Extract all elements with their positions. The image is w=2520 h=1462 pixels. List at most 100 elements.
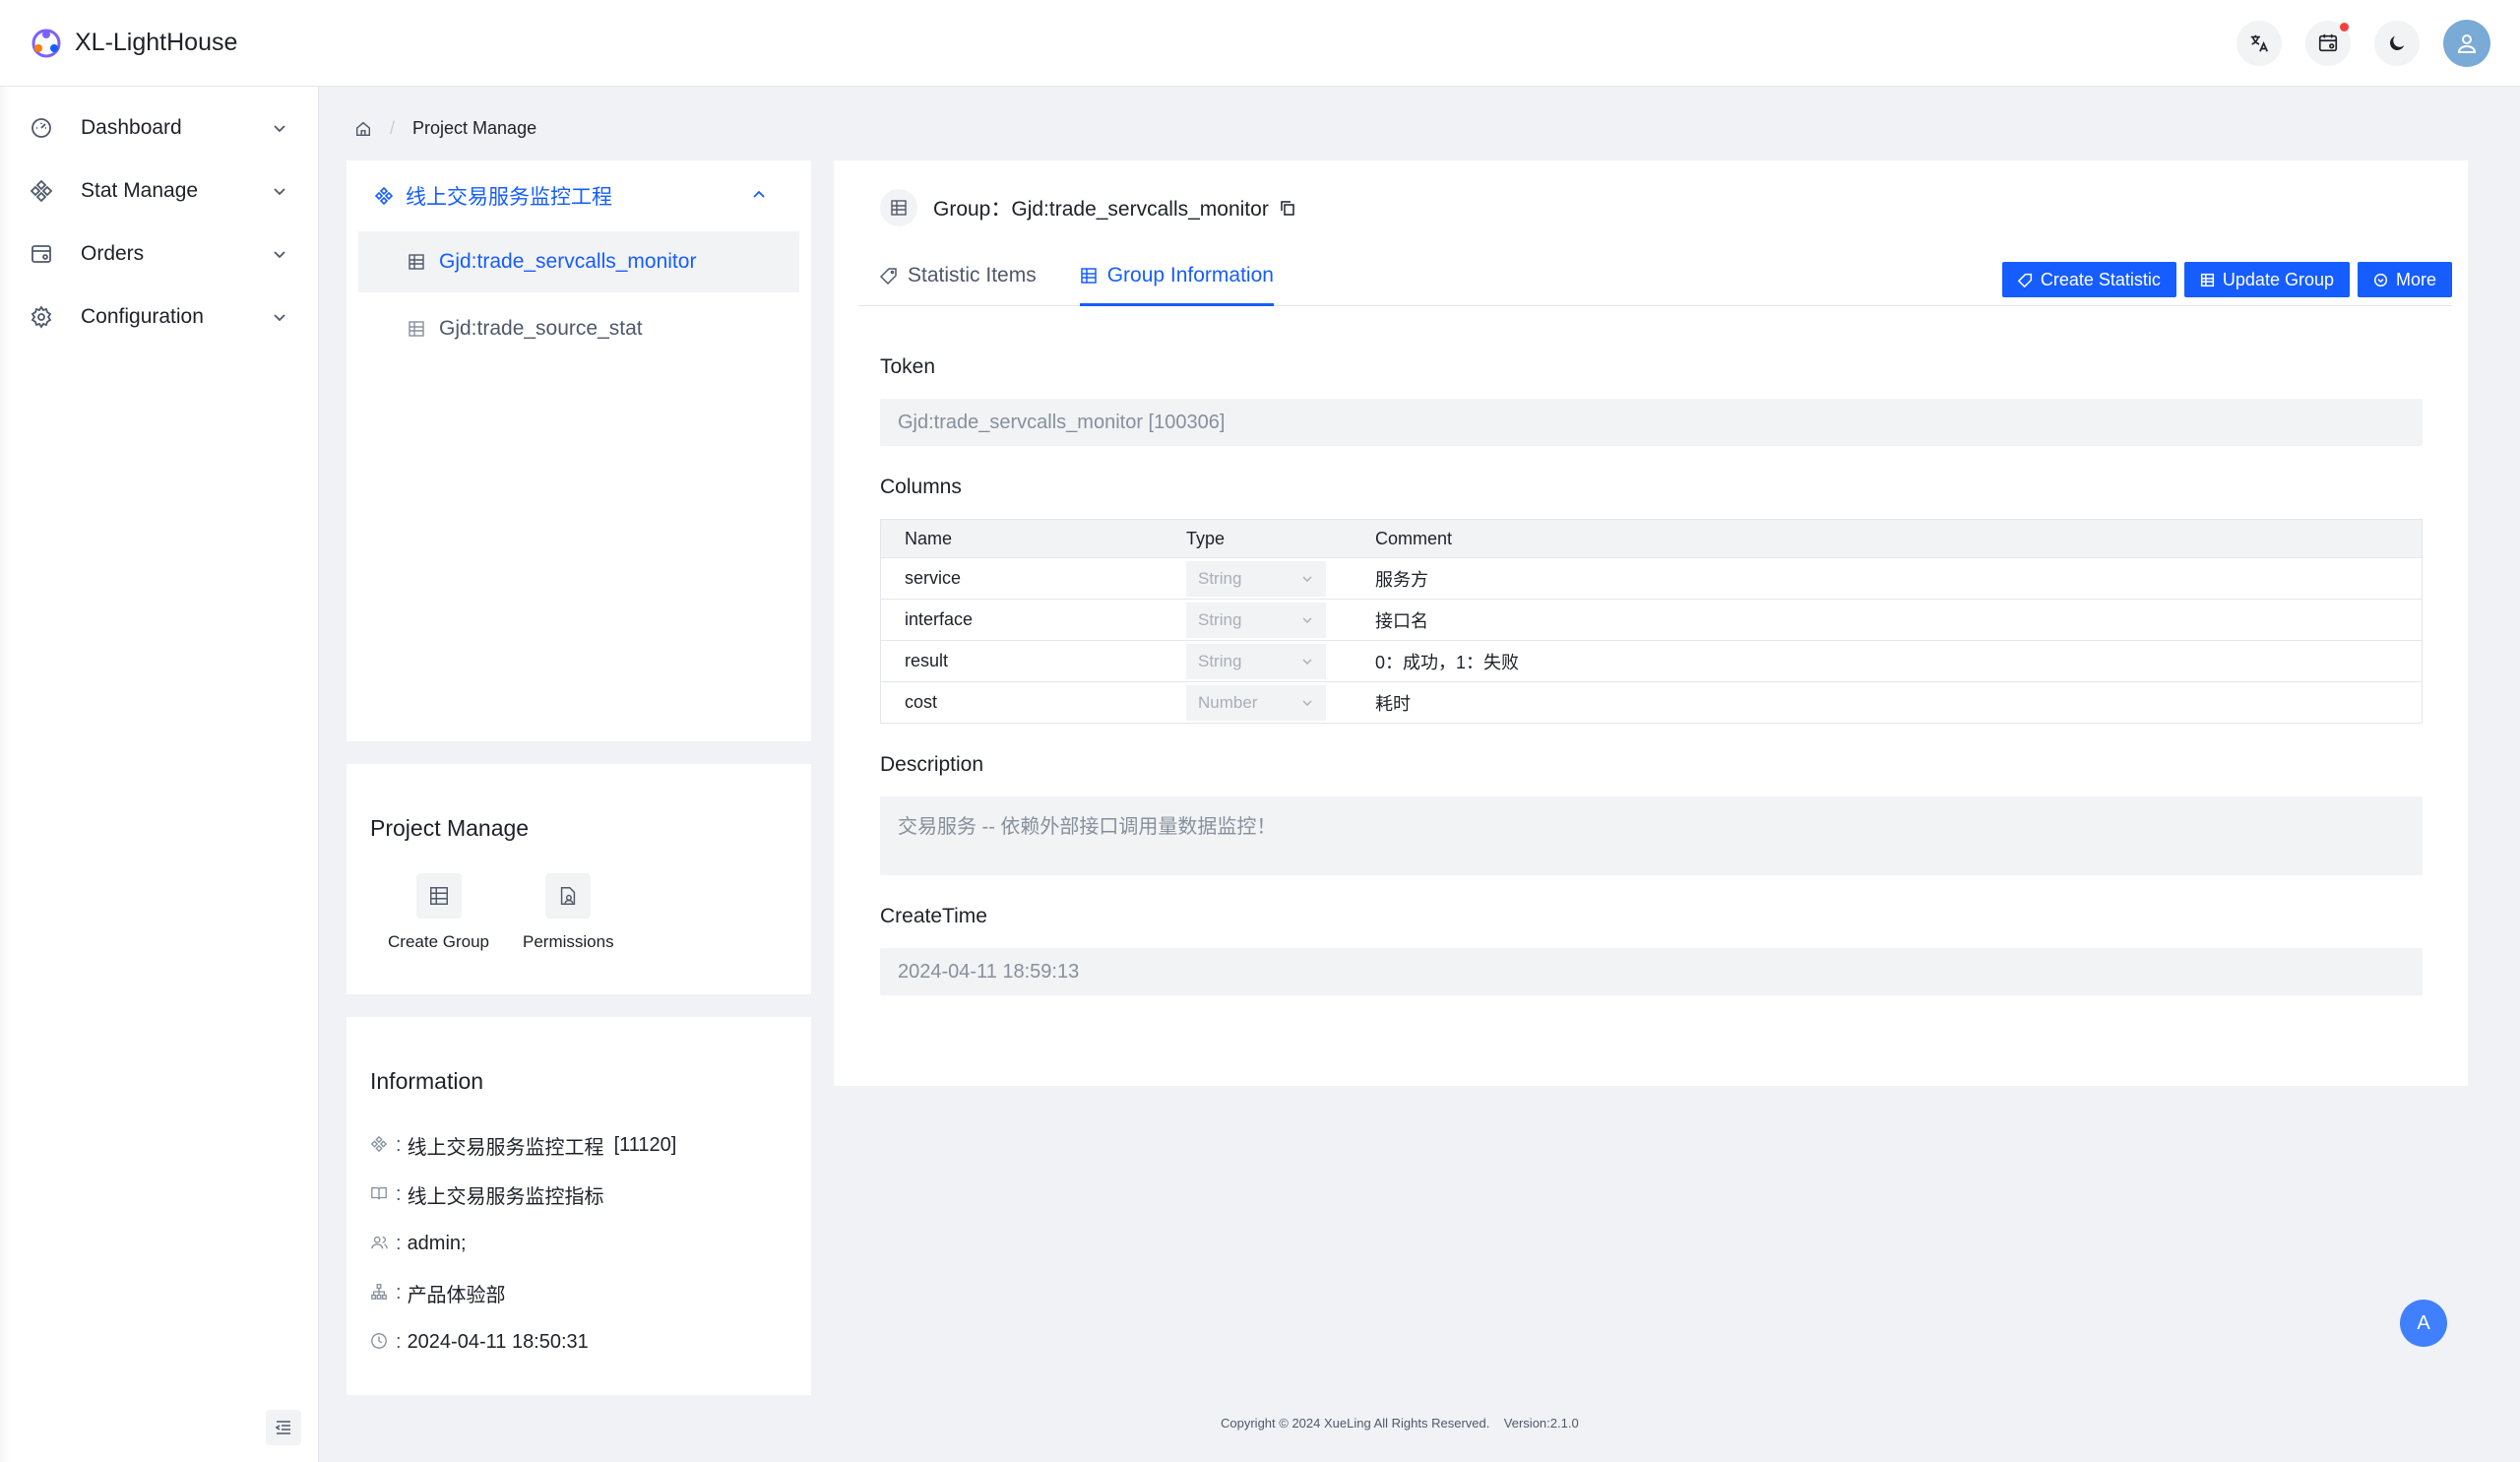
chevron-down-icon: [271, 308, 288, 326]
app-logo[interactable]: XL-LightHouse: [30, 27, 237, 60]
home-icon[interactable]: [354, 120, 372, 138]
language-button[interactable]: [2236, 20, 2282, 66]
update-group-button[interactable]: Update Group: [2183, 262, 2350, 297]
floating-assistant-button[interactable]: A: [2400, 1300, 2447, 1347]
menu-fold-icon: [275, 1421, 290, 1434]
chevron-down-icon: [271, 119, 288, 137]
tab-group-information[interactable]: Group Information: [1079, 252, 1275, 306]
column-name: interface: [905, 609, 974, 629]
collapse-sidebar-button[interactable]: [266, 1410, 301, 1445]
project-manage-title: Project Manage: [370, 815, 530, 841]
tag-icon: [2017, 273, 2032, 287]
project-manage-panel: Project Manage Create Group Permissions: [346, 764, 811, 994]
tree-root-project[interactable]: 线上交易服务监控工程: [346, 160, 811, 231]
chevron-down-icon: [1302, 659, 1312, 665]
column-name: cost: [905, 692, 938, 712]
sidebar-item-label: Dashboard: [81, 116, 182, 139]
information-panel: Information : 线上交易服务监控工程 [11120] : 线上交易服…: [346, 1017, 811, 1395]
table-header-row: Name Type Comment: [881, 520, 2422, 557]
group-header: Group：Gjd:trade_servcalls_monitor: [854, 186, 2423, 229]
tree-leaf-group[interactable]: Gjd:trade_servcalls_monitor: [358, 231, 799, 292]
more-label: More: [2395, 269, 2436, 289]
type-value: String: [1198, 568, 1242, 588]
table-row: service String 服务方: [881, 557, 2422, 599]
project-icon: [370, 1135, 390, 1155]
token-field: Gjd:trade_servcalls_monitor [100306]: [880, 399, 2423, 446]
group-title: Group：Gjd:trade_servcalls_monitor: [933, 198, 1269, 221]
column-comment: 耗时: [1375, 693, 1411, 714]
sidebar-item-dashboard[interactable]: Dashboard: [0, 96, 318, 159]
user-icon: [2457, 33, 2477, 53]
col-header-name: Name: [905, 528, 953, 548]
columns-label: Columns: [880, 476, 962, 498]
type-select[interactable]: String: [1186, 560, 1326, 597]
info-create-time: 2024-04-11 18:50:31: [407, 1330, 589, 1353]
description-label: Description: [880, 753, 984, 776]
info-time-row: : 2024-04-11 18:50:31: [370, 1317, 788, 1367]
type-value: String: [1198, 651, 1242, 670]
columns-table: Name Type Comment service String 服务方 int…: [880, 519, 2423, 724]
sidebar-item-configuration[interactable]: Configuration: [0, 286, 318, 349]
table-icon: [880, 189, 917, 226]
gear-icon: [30, 305, 53, 329]
information-title: Information: [370, 1068, 484, 1094]
orders-icon: [30, 242, 53, 266]
sidebar-item-orders[interactable]: Orders: [0, 222, 318, 286]
tree-leaf-group[interactable]: Gjd:trade_source_stat: [358, 298, 799, 359]
permissions-button[interactable]: Permissions: [523, 873, 614, 952]
org-chart-icon: [370, 1283, 390, 1303]
project-icon: [374, 186, 394, 206]
sidebar-item-label: Configuration: [81, 305, 204, 328]
tab-label: Statistic Items: [908, 264, 1037, 286]
update-group-label: Update Group: [2222, 269, 2334, 289]
createtime-label: CreateTime: [880, 905, 987, 927]
copy-icon[interactable]: [1279, 199, 1296, 217]
create-group-button[interactable]: Create Group: [388, 873, 489, 952]
calendar-icon: [2318, 33, 2338, 51]
create-statistic-button[interactable]: Create Statistic: [2001, 262, 2176, 297]
info-colon: :: [396, 1133, 402, 1156]
column-comment: 服务方: [1375, 569, 1428, 590]
chevron-down-icon: [1302, 617, 1312, 623]
chevron-up-icon[interactable]: [750, 186, 770, 206]
calendar-button[interactable]: [2305, 20, 2351, 66]
breadcrumb-current: Project Manage: [412, 118, 537, 138]
lighthouse-logo-icon: [32, 29, 61, 57]
token-label: Token: [880, 355, 936, 378]
app-title: XL-LightHouse: [75, 29, 238, 56]
tree-leaf-label: Gjd:trade_source_stat: [439, 317, 643, 340]
tab-label: Group Information: [1106, 264, 1274, 286]
info-colon: :: [396, 1232, 402, 1254]
permission-file-icon: [545, 873, 592, 919]
table-icon: [415, 873, 462, 919]
table-row: interface String 接口名: [881, 599, 2422, 640]
dashboard-icon: [30, 116, 53, 140]
type-select[interactable]: String: [1186, 643, 1326, 679]
column-name: service: [905, 568, 962, 588]
table-icon: [2200, 273, 2214, 286]
chevron-down-icon: [271, 245, 288, 263]
sidebar-item-stat-manage[interactable]: Stat Manage: [0, 159, 318, 222]
tree-root-label: 线上交易服务监控工程: [406, 186, 612, 209]
tree-leaf-label: Gjd:trade_servcalls_monitor: [439, 250, 697, 273]
table-row: result String 0：成功，1：失败: [881, 640, 2422, 681]
user-avatar[interactable]: [2443, 19, 2490, 67]
chevron-down-icon: [1302, 576, 1312, 582]
col-header-comment: Comment: [1375, 528, 1453, 548]
stat-icon: [30, 179, 53, 203]
theme-toggle-button[interactable]: [2374, 20, 2420, 66]
more-button[interactable]: More: [2357, 262, 2452, 297]
type-value: String: [1198, 609, 1242, 629]
moon-icon: [2389, 35, 2405, 50]
info-project-row: : 线上交易服务监控工程 [11120]: [370, 1120, 788, 1170]
sidebar-item-label: Orders: [81, 242, 145, 265]
book-icon: [370, 1184, 390, 1204]
notification-dot: [2340, 22, 2349, 32]
info-desc-row: : 线上交易服务监控指标: [370, 1170, 788, 1219]
tabs-bar: Statistic Items Group Information Create…: [858, 251, 2452, 306]
breadcrumb: / Project Manage: [354, 118, 536, 139]
tab-statistic-items[interactable]: Statistic Items: [880, 252, 1037, 305]
translate-icon: [2250, 34, 2269, 52]
type-select[interactable]: String: [1186, 602, 1326, 638]
type-select[interactable]: Number: [1186, 684, 1326, 721]
